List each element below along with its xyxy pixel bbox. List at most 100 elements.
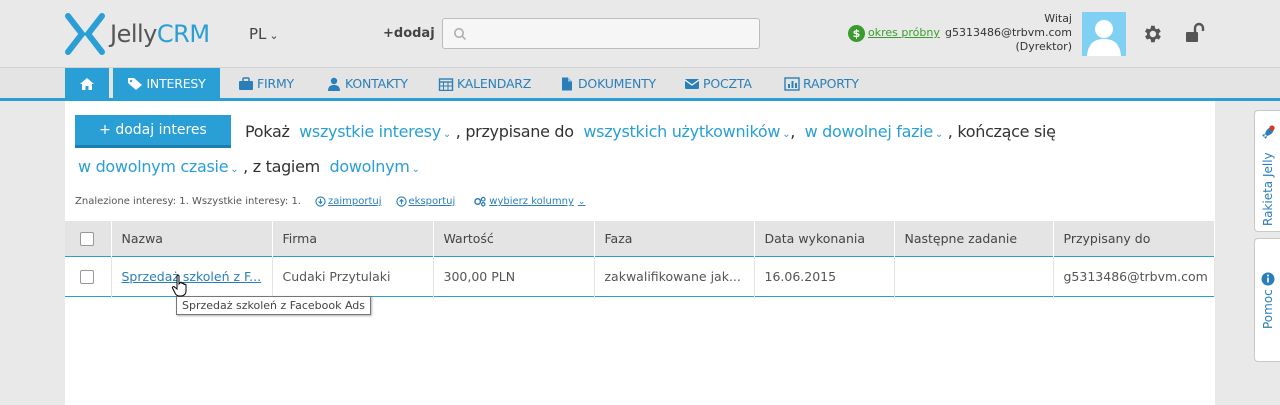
select-all-checkbox[interactable] [80,232,94,246]
table-header-row: Nazwa Firma Wartość Faza Data wykonania … [65,221,1215,256]
select-all-cell [65,221,112,256]
nav-poczta[interactable]: POCZTA [684,68,752,99]
column-header-name[interactable]: Nazwa [111,221,273,256]
jellycrm-logo[interactable]: JellyCRM [64,12,224,56]
info-icon [1261,272,1275,286]
column-header-company[interactable]: Firma [272,221,434,256]
nav-kontakty[interactable]: KONTAKTY [326,68,408,99]
filter-users-dropdown[interactable]: wszystkich użytkowników ⌄ [583,122,790,141]
cell-value: 300,00 PLN [433,256,595,296]
briefcase-icon [239,76,253,90]
nav-label: KALENDARZ [457,76,532,91]
envelope-icon [684,78,700,89]
cell-assigned: g5313486@trbvm.com [1053,256,1215,296]
document-icon [562,77,572,90]
avatar[interactable] [1082,12,1126,56]
user-role: (Dyrektor) [1015,40,1072,53]
nav-label: DOKUMENTY [578,76,656,91]
quick-add-button[interactable]: +dodaj [383,26,435,41]
search-box [442,18,760,49]
deal-name-link[interactable]: Sprzedaż szkoleń z F... [122,269,262,284]
home-icon [80,77,94,90]
hand-cursor-icon [171,274,187,297]
nav-firmy[interactable]: FIRMY [238,68,294,99]
chevron-down-icon: ⌄ [269,29,279,42]
chevron-down-icon: ⌄ [411,164,420,175]
user-silhouette-icon [1087,20,1121,56]
cell-name: Sprzedaż szkoleń z F... [111,256,273,296]
filter-scope-dropdown[interactable]: wszystkie interesy ⌄ [299,122,451,141]
logo-text: JellyCRM [110,20,210,48]
help-tab[interactable]: Pomoc [1254,238,1280,362]
rocket-jelly-tab[interactable]: Rakieta Jelly [1254,110,1280,232]
gear-icon[interactable] [1141,23,1163,45]
trial-period-link[interactable]: okres próbny [868,26,940,39]
tag-icon [128,77,143,90]
chevron-down-icon: ⌄ [577,196,586,207]
table-row: Sprzedaż szkoleń z F... Cudaki Przytulak… [65,256,1215,296]
language-label: PL [249,25,267,43]
nav-label: POCZTA [703,76,752,91]
cell-date: 16.06.2015 [754,256,895,296]
show-label: Pokaż [245,122,290,141]
user-greeting: Witaj g5313486@trbvm.com (Dyrektor) [945,12,1072,54]
chevron-down-icon: ⌄ [230,164,239,175]
deal-name-tooltip: Sprzedaż szkoleń z Facebook Ads [176,296,372,315]
unlock-icon[interactable] [1184,22,1206,44]
assigned-to-label: , przypisane do [455,122,574,141]
filter-phase-dropdown[interactable]: w dowolnej fazie ⌄ [805,122,944,141]
language-selector[interactable]: PL ⌄ [249,25,279,43]
dollar-icon: $ [848,25,865,42]
ending-label: , kończące się [947,122,1056,141]
column-header-value[interactable]: Wartość [433,221,595,256]
nav-home[interactable] [65,68,109,99]
cell-company: Cudaki Przytulaki [272,256,434,296]
rocket-icon [1262,125,1275,139]
tag-label: , z tagiem [243,157,320,176]
nav-label: KONTAKTY [345,76,408,91]
add-deal-button[interactable]: + dodaj interes [75,115,231,148]
user-icon [328,77,340,91]
chevron-down-icon: ⌄ [934,129,943,140]
nav-raporty[interactable]: RAPORTY [784,68,859,99]
nav-label: INTERESY [146,76,206,91]
row-checkbox[interactable] [80,269,94,284]
nav-label: RAPORTY [803,76,859,91]
search-input[interactable] [443,19,759,48]
choose-columns-link[interactable]: wybierz kolumny ⌄ [473,196,585,207]
chart-icon [784,76,800,91]
top-header: JellyCRM PL ⌄ +dodaj $ okres próbny Witaj… [0,0,1280,67]
calendar-icon [438,77,454,91]
logo-icon [65,13,105,55]
chevron-down-icon: ⌄ [782,129,791,140]
search-icon [454,28,467,41]
column-header-date[interactable]: Data wykonania [754,221,895,256]
cell-next-task [894,256,1054,296]
export-link[interactable]: eksportuj [395,196,455,207]
import-link[interactable]: zaimportuj [315,196,382,207]
nav-label: FIRMY [257,76,294,91]
filter-sentence-line2: w dowolnym czasie ⌄ , z tagiem dowolnym ⌄ [78,157,420,176]
filter-tag-dropdown[interactable]: dowolnym ⌄ [330,157,420,176]
nav-dokumenty[interactable]: DOKUMENTY [559,68,656,99]
cell-phase: zakwalifikowane jak... [594,256,755,296]
column-header-assigned[interactable]: Przypisany do [1053,221,1215,256]
user-email[interactable]: g5313486@trbvm.com [945,26,1072,40]
comma-text: , [790,122,796,141]
gears-icon [474,196,486,207]
results-count: Znalezione interesy: 1. Wszystkie intere… [75,196,301,207]
nav-interesy[interactable]: INTERESY [113,68,220,99]
upload-circle-icon [395,196,407,207]
column-header-next-task[interactable]: Następne zadanie [894,221,1054,256]
rocket-jelly-label: Rakieta Jelly [1261,152,1275,226]
chevron-down-icon: ⌄ [442,129,451,140]
filter-time-dropdown[interactable]: w dowolnym czasie ⌄ [78,157,239,176]
nav-kalendarz[interactable]: KALENDARZ [438,68,531,99]
main-content: + dodaj interes Pokaż wszystkie interesy… [65,101,1215,405]
results-summary: Znalezione interesy: 1. Wszystkie intere… [75,196,585,207]
main-navigation: INTERESY FIRMY KONTAKTY KALENDARZ DOKUME… [0,67,1280,101]
row-select-cell [65,256,112,296]
greeting-text: Witaj [1044,12,1072,25]
column-header-phase[interactable]: Faza [594,221,755,256]
help-label: Pomoc [1261,289,1275,329]
